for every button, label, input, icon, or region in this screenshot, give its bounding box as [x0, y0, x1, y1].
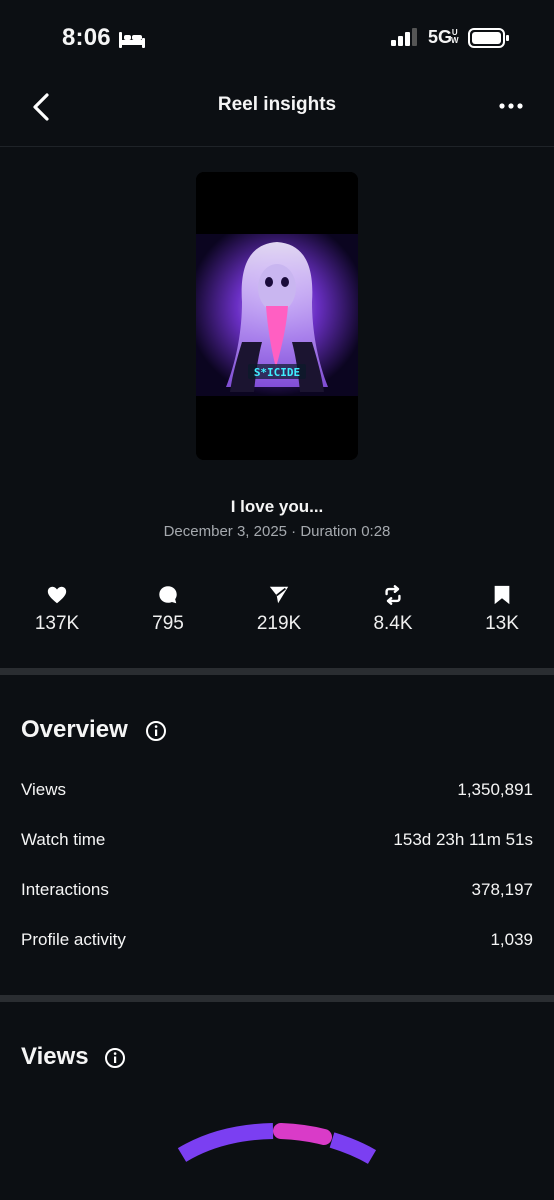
reel-thumbnail[interactable]: S*ICIDE: [196, 172, 358, 460]
stat-shares: 219K: [224, 584, 334, 635]
bed-icon: [119, 32, 145, 48]
thumbnail-artwork: S*ICIDE: [196, 172, 358, 460]
section-divider: [0, 668, 554, 675]
bookmark-icon: [494, 585, 510, 605]
heart-icon: [47, 586, 67, 604]
profile-activity-value: 1,039: [490, 930, 533, 949]
views-gauge-chart: [177, 1123, 377, 1164]
watch-time-label: Watch time: [21, 830, 106, 849]
section-divider: [0, 995, 554, 1002]
views-info-icon[interactable]: [104, 1047, 126, 1069]
overview-info-icon[interactable]: [145, 720, 167, 742]
reel-title: I love you...: [230, 497, 324, 516]
reel-meta: December 3, 2025 · Duration 0:28: [163, 523, 391, 540]
stat-saves: 13K: [447, 584, 554, 635]
comment-icon: [159, 586, 177, 604]
likes-count: 137K: [34, 613, 80, 634]
views-section-title: Views: [21, 1043, 89, 1070]
network-sup: U W: [451, 29, 459, 45]
engagement-stats: 137K 795 219K 8.4K 13K: [0, 584, 554, 644]
gauge-segment-right: [329, 1132, 377, 1164]
header: Reel insights: [0, 76, 554, 147]
gauge-segment-middle: [273, 1123, 332, 1145]
stat-likes: 137K: [2, 584, 112, 635]
repost-icon: [385, 585, 401, 605]
status-time: 8:06: [62, 24, 111, 51]
interactions-value: 378,197: [471, 880, 533, 899]
network-sup-bottom: W: [451, 36, 459, 45]
shares-count: 219K: [256, 613, 302, 634]
views-value: 1,350,891: [457, 780, 533, 799]
signal-icon: [391, 28, 417, 46]
overview-title: Overview: [21, 716, 128, 743]
comments-count: 795: [152, 613, 184, 634]
stat-comments: 795: [113, 584, 223, 635]
more-options-icon[interactable]: [496, 96, 526, 116]
stat-reposts: 8.4K: [338, 584, 448, 635]
profile-activity-label: Profile activity: [21, 930, 126, 949]
battery-icon: [468, 28, 509, 48]
thumbnail-caption: S*ICIDE: [254, 366, 300, 379]
status-bar: 8:06 5G U W: [0, 0, 554, 76]
watch-time-value: 153d 23h 11m 51s: [393, 830, 533, 849]
reposts-count: 8.4K: [373, 613, 413, 634]
network-label: 5G: [428, 27, 453, 47]
saves-count: 13K: [485, 613, 519, 634]
interactions-label: Interactions: [21, 880, 109, 899]
gauge-segment-left: [177, 1123, 274, 1162]
send-icon: [269, 586, 289, 604]
page-title: Reel insights: [217, 94, 337, 115]
views-label: Views: [21, 780, 67, 799]
